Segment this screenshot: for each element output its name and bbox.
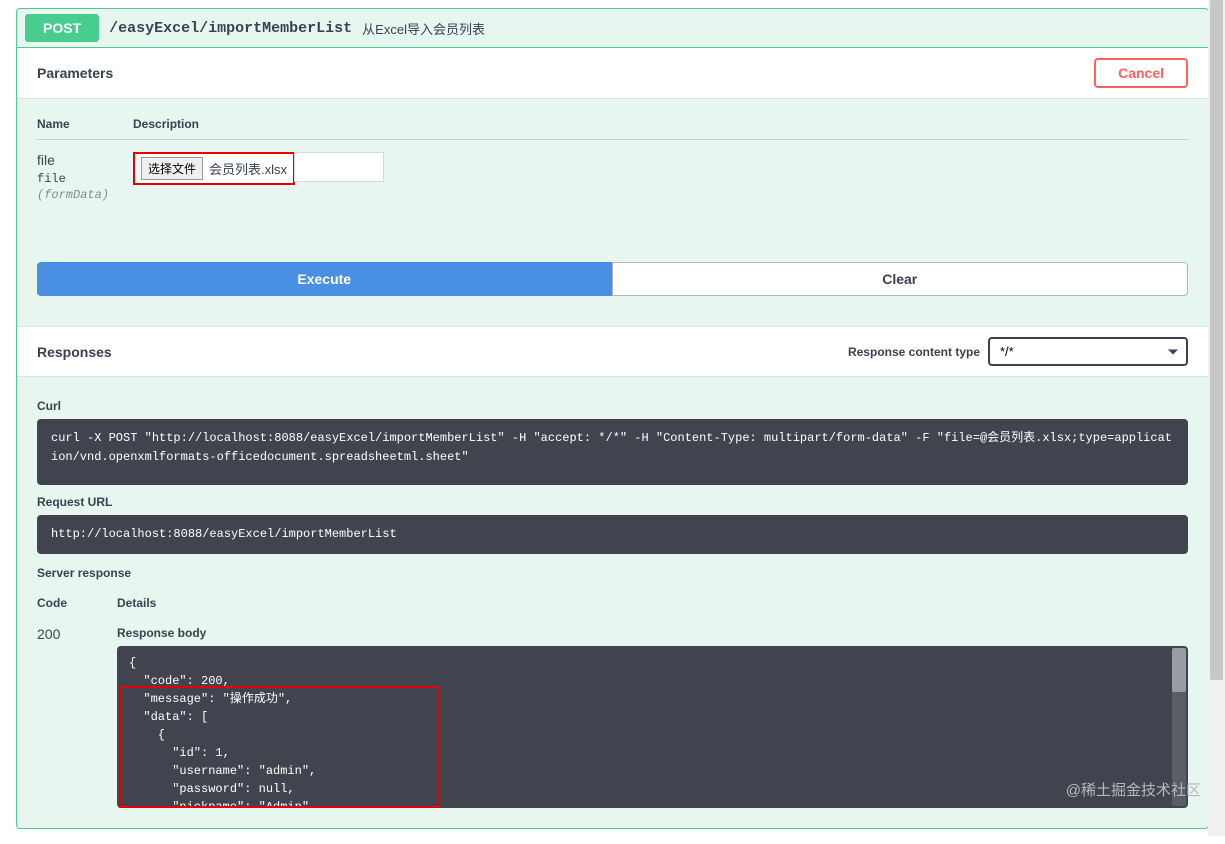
parameter-name: file xyxy=(37,152,133,168)
cancel-button[interactable]: Cancel xyxy=(1094,58,1188,88)
operation-summary: 从Excel导入会员列表 xyxy=(362,19,485,38)
execute-button[interactable]: Execute xyxy=(37,262,612,296)
response-body-box[interactable]: { "code": 200, "message": "操作成功", "data"… xyxy=(117,646,1188,808)
column-header-code: Code xyxy=(37,596,117,610)
operation-header[interactable]: POST /easyExcel/importMemberList 从Excel导… xyxy=(17,9,1208,48)
watermark: @稀土掘金技术社区 xyxy=(1066,779,1201,800)
parameter-in: (formData) xyxy=(37,188,133,202)
column-header-name: Name xyxy=(37,117,133,131)
page-scrollbar[interactable] xyxy=(1208,0,1225,836)
server-response-label: Server response xyxy=(37,566,1188,580)
response-row: 200 Response body { "code": 200, "messag… xyxy=(37,626,1188,808)
content-type-select[interactable]: */* xyxy=(988,337,1188,366)
column-header-details: Details xyxy=(117,596,1188,610)
parameters-title: Parameters xyxy=(37,65,113,81)
response-status-code: 200 xyxy=(37,626,117,808)
responses-section-header: Responses Response content type */* xyxy=(17,326,1208,377)
http-method-badge: POST xyxy=(25,14,99,42)
responses-body: Curl curl -X POST "http://localhost:8088… xyxy=(17,377,1208,828)
file-extra-field[interactable] xyxy=(294,152,384,182)
operation-path: /easyExcel/importMemberList xyxy=(109,20,352,37)
file-input-group: 选择文件 会员列表.xlsx xyxy=(133,152,295,185)
column-header-description: Description xyxy=(133,117,1188,131)
response-body-scrollbar-thumb[interactable] xyxy=(1172,648,1186,692)
parameter-type: file xyxy=(37,172,133,186)
clear-button[interactable]: Clear xyxy=(612,262,1189,296)
curl-box[interactable]: curl -X POST "http://localhost:8088/easy… xyxy=(37,419,1188,485)
parameter-row: file file (formData) 选择文件 会员列表.xlsx xyxy=(37,140,1188,202)
operation-block: POST /easyExcel/importMemberList 从Excel导… xyxy=(16,8,1209,829)
page-scrollbar-thumb[interactable] xyxy=(1210,0,1223,680)
parameters-table: Name Description file file (formData) 选择 xyxy=(17,99,1208,326)
responses-title: Responses xyxy=(37,344,112,360)
parameters-section-header: Parameters Cancel xyxy=(17,48,1208,99)
choose-file-button[interactable]: 选择文件 xyxy=(141,157,203,180)
response-body-label: Response body xyxy=(117,626,1188,640)
content-type-label: Response content type xyxy=(848,345,980,359)
request-url-box[interactable]: http://localhost:8088/easyExcel/importMe… xyxy=(37,515,1188,554)
request-url-label: Request URL xyxy=(37,495,1188,509)
curl-label: Curl xyxy=(37,399,1188,413)
selected-file-name: 会员列表.xlsx xyxy=(209,159,287,178)
